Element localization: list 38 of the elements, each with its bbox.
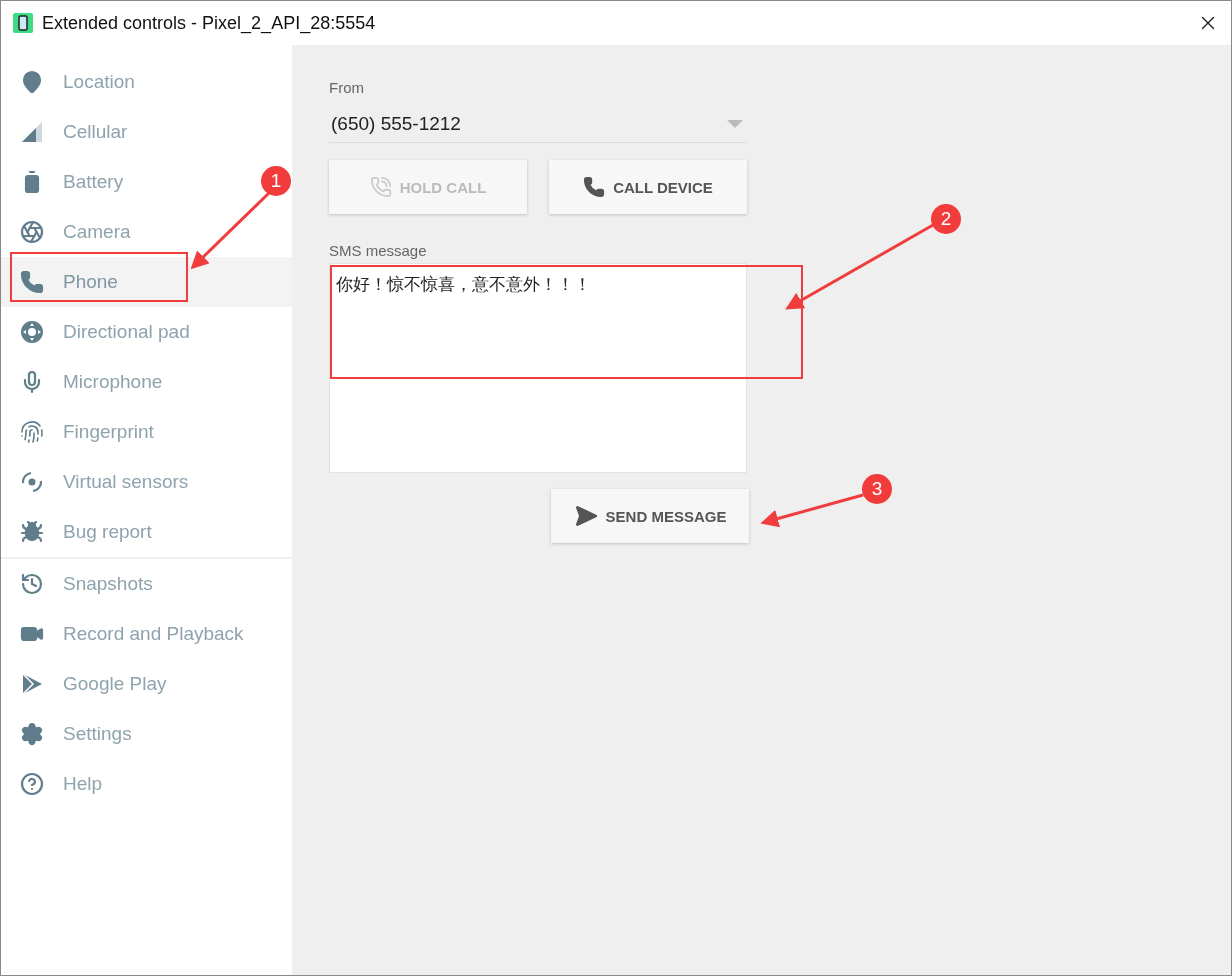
- location-pin-icon: [20, 70, 44, 94]
- sidebar-item[interactable]: Phone: [1, 257, 292, 307]
- sidebar-item[interactable]: Location: [1, 57, 251, 107]
- send-icon: [573, 504, 598, 528]
- from-label: From: [329, 79, 365, 96]
- aperture-icon: [20, 220, 44, 244]
- play-icon: [20, 672, 44, 696]
- sidebar-item[interactable]: Snapshots: [1, 559, 251, 609]
- sidebar-item[interactable]: Bug report: [1, 507, 251, 557]
- sidebar-item[interactable]: Virtual sensors: [1, 457, 251, 507]
- send-message-button[interactable]: SEND MESSAGE: [551, 489, 749, 543]
- phone-pause-icon: [369, 176, 392, 198]
- emulator-icon: [13, 13, 33, 33]
- phone-number-dropdown[interactable]: (650) 555-1212: [329, 106, 747, 143]
- sms-label: SMS message: [329, 242, 428, 259]
- sidebar-item[interactable]: Battery: [1, 157, 251, 207]
- sidebar-item[interactable]: Directional pad: [1, 307, 251, 357]
- dpad-icon: [20, 320, 44, 344]
- sms-message-field[interactable]: 你好！惊不惊喜，意不意外！！！: [329, 263, 747, 473]
- bug-icon: [20, 520, 44, 544]
- sidebar-item[interactable]: Camera: [1, 207, 251, 257]
- sidebar-item[interactable]: Cellular: [1, 107, 251, 157]
- signal-icon: [20, 120, 44, 144]
- fingerprint-icon: [20, 420, 44, 444]
- phone-icon: [583, 176, 606, 198]
- help-icon: [20, 772, 44, 796]
- sidebar-item[interactable]: Record and Playback: [1, 609, 251, 659]
- window-title: Extended controls - Pixel_2_API_28:5554: [42, 12, 377, 34]
- sidebar-item[interactable]: Help: [1, 759, 251, 809]
- phone-icon: [20, 270, 44, 294]
- sidebar-item[interactable]: Fingerprint: [1, 407, 251, 457]
- sidebar-item[interactable]: Microphone: [1, 357, 251, 407]
- caret-icon: [727, 120, 743, 128]
- call-button[interactable]: CALL DEVICE: [549, 160, 747, 214]
- rotation-icon: [20, 470, 44, 494]
- sidebar-item[interactable]: Google Play: [1, 659, 251, 709]
- history-icon: [20, 572, 44, 596]
- sidebar-item[interactable]: Settings: [1, 709, 251, 759]
